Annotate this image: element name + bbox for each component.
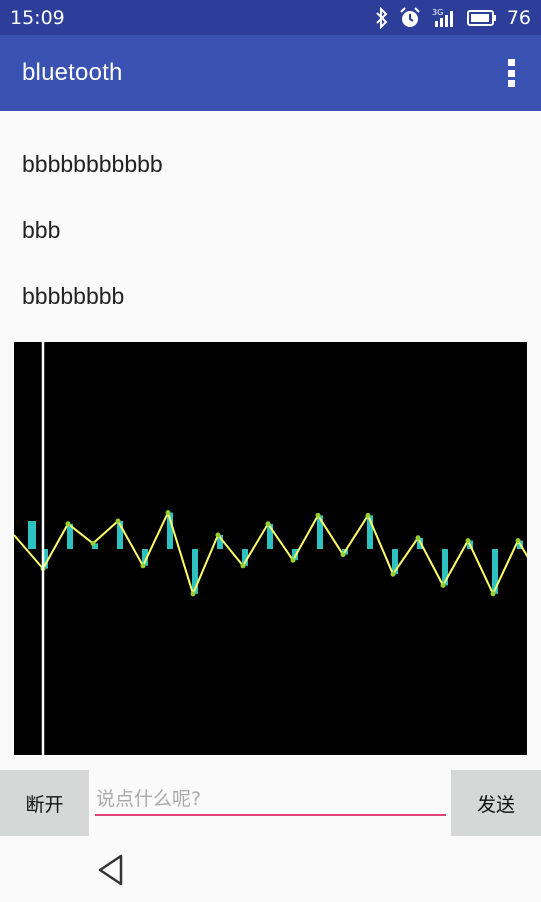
- message-item[interactable]: bbb: [0, 197, 541, 263]
- battery-icon: [466, 9, 497, 27]
- data-point: [440, 582, 446, 588]
- app-title: bluetooth: [22, 59, 123, 86]
- navigation-bar: [0, 836, 541, 902]
- data-point: [315, 512, 321, 518]
- data-point: [490, 591, 496, 597]
- message-input[interactable]: [95, 784, 446, 816]
- data-point: [390, 571, 396, 577]
- data-point: [115, 518, 121, 524]
- data-point: [165, 510, 171, 516]
- data-point: [240, 563, 246, 569]
- data-point: [340, 552, 346, 558]
- input-bar: 断开 发送: [0, 770, 541, 836]
- data-point: [290, 557, 296, 563]
- signal-icon: 3G: [431, 7, 457, 29]
- back-triangle-icon[interactable]: [96, 853, 126, 887]
- data-point: [90, 540, 96, 546]
- battery-level: 76: [506, 6, 531, 29]
- message-list: bbbbbbbbbbb bbb bbbbbbbb: [0, 131, 541, 329]
- data-point: [465, 538, 471, 544]
- message-item[interactable]: bbbbbbbb: [0, 263, 541, 329]
- status-time: 15:09: [10, 6, 65, 29]
- network-type-label: 3G: [432, 8, 443, 17]
- status-bar: 15:09 3G 76: [0, 0, 541, 35]
- data-point: [365, 512, 371, 518]
- send-button[interactable]: 发送: [451, 770, 541, 836]
- status-icons: 3G 76: [375, 6, 531, 29]
- app-bar: bluetooth: [0, 35, 541, 111]
- data-point: [140, 563, 146, 569]
- disconnect-button[interactable]: 断开: [0, 770, 89, 836]
- data-point: [415, 535, 421, 541]
- overflow-menu-icon[interactable]: [503, 56, 519, 90]
- data-point: [65, 521, 71, 527]
- alarm-icon: [399, 6, 421, 29]
- message-item[interactable]: bbbbbbbbbbb: [0, 131, 541, 197]
- data-point: [215, 532, 221, 538]
- chart-bar: [28, 521, 36, 549]
- data-point: [515, 538, 521, 544]
- data-point: [265, 521, 271, 527]
- waveform-svg: [14, 342, 527, 755]
- bluetooth-icon: [375, 6, 389, 29]
- series-line: [42, 509, 527, 597]
- waveform-chart: [14, 342, 527, 755]
- data-point: [190, 591, 196, 597]
